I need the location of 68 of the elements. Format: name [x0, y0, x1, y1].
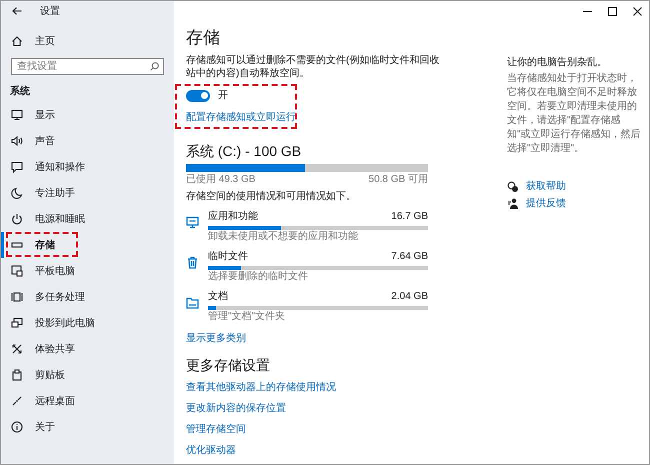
chat-bubbles-icon	[507, 180, 519, 192]
trash-icon	[186, 256, 199, 269]
help-text: 当存储感知处于打开状态时，它将仅在电脑空间不足时释放空间。若要立即清理未使用的文件，请选择"配置存储感知"或立即运行存储感知，然后选择"立即清理"。	[507, 72, 642, 156]
monitor-icon	[11, 109, 23, 121]
sidebar-item[interactable]: 存储	[1, 232, 174, 258]
used-space-label: 已使用 49.3 GB	[186, 173, 256, 186]
sidebar-item[interactable]: 剪贴板	[1, 362, 174, 388]
help-title: 让你的电脑告别杂乱。	[507, 56, 607, 69]
sidebar-item[interactable]: 关于	[1, 414, 174, 440]
info-icon	[11, 421, 23, 433]
settings-link[interactable]: 更改新内容的保存位置	[186, 402, 286, 415]
show-more-link[interactable]: 显示更多类别	[186, 332, 246, 345]
toggle-label: 开	[218, 89, 228, 103]
category-name[interactable]: 临时文件	[208, 250, 248, 263]
category-hint: 选择要删除的临时文件	[208, 270, 308, 283]
clipboard-icon	[11, 369, 23, 381]
category-hint: 卸载未使用或不想要的应用和功能	[208, 230, 358, 243]
close-icon	[633, 6, 642, 16]
category-size: 7.64 GB	[391, 250, 428, 263]
sidebar-item[interactable]: 投影到此电脑	[1, 310, 174, 336]
category-size: 2.04 GB	[391, 290, 428, 303]
sidebar-item[interactable]: 电源和睡眠	[1, 206, 174, 232]
category-name[interactable]: 文档	[208, 290, 228, 303]
sidebar-item[interactable]: 远程桌面	[1, 388, 174, 414]
sidebar-item[interactable]: 声音	[1, 128, 174, 154]
projector-icon	[11, 317, 23, 329]
category-size: 16.7 GB	[391, 210, 428, 223]
sidebar-item[interactable]: 体验共享	[1, 336, 174, 362]
monitor-icon	[186, 216, 199, 229]
description-text: 存储感知可以通过删除不需要的文件(例如临时文件和回收站中的内容)自动释放空间。	[186, 54, 440, 80]
category-name[interactable]: 应用和功能	[208, 210, 258, 223]
sidebar-item[interactable]: 平板电脑	[1, 258, 174, 284]
home-icon	[11, 35, 23, 47]
toggle-switch[interactable]	[186, 90, 210, 102]
window-title: 设置	[40, 4, 60, 18]
help-link[interactable]: 获取帮助	[526, 180, 566, 193]
settings-link[interactable]: 管理存储空间	[186, 423, 246, 436]
settings-link[interactable]: 优化驱动器	[186, 444, 236, 457]
share-icon	[11, 343, 23, 355]
usage-intro-text: 存储空间的使用情况和可用情况如下。	[186, 190, 356, 203]
category-hint: 管理"文档"文件夹	[208, 310, 286, 323]
moon-icon	[11, 187, 23, 199]
help-link[interactable]: 提供反馈	[526, 197, 566, 210]
free-space-label: 50.8 GB 可用	[368, 173, 428, 186]
multitask-icon	[11, 291, 23, 303]
speech-bubble-icon	[11, 161, 23, 173]
page-title: 存储	[186, 28, 220, 48]
sidebar-item[interactable]: 专注助手	[1, 180, 174, 206]
maximize-button[interactable]	[607, 6, 618, 16]
search-field[interactable]: 查找设置	[11, 58, 164, 75]
close-button[interactable]	[632, 6, 643, 16]
power-icon	[11, 213, 23, 225]
back-arrow-icon	[12, 7, 22, 15]
home-link[interactable]: 主页	[1, 30, 174, 52]
speaker-icon	[11, 135, 23, 147]
configure-link[interactable]: 配置存储感知或立即运行	[186, 110, 296, 125]
sidebar-item[interactable]: 显示	[1, 102, 174, 128]
settings-link[interactable]: 查看其他驱动器上的存储使用情况	[186, 381, 336, 394]
drive-title: 系统 (C:) - 100 GB	[186, 143, 302, 160]
sidebar-item[interactable]: 多任务处理	[1, 284, 174, 310]
section-heading: 更多存储设置	[186, 357, 270, 374]
tablet-icon	[11, 265, 23, 277]
person-icon	[507, 198, 519, 210]
sidebar-item[interactable]: 通知和操作	[1, 154, 174, 180]
maximize-icon	[608, 6, 617, 16]
section-heading: 系统	[9, 85, 30, 99]
folder-icon	[186, 296, 199, 309]
search-icon	[150, 62, 159, 71]
